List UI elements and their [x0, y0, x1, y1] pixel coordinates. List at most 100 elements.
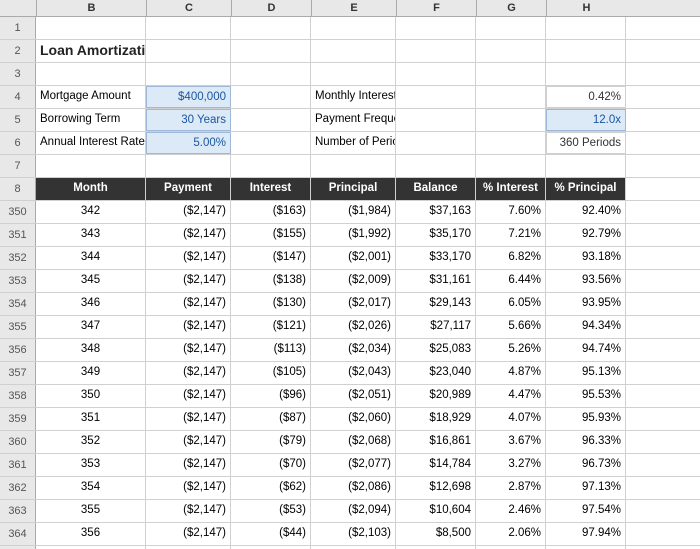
cell-pct-interest: 2.06% [476, 523, 546, 545]
cell-h3 [546, 63, 626, 85]
cell-principal: ($2,001) [311, 247, 396, 269]
data-rows: 350 342 ($2,147) ($163) ($1,984) $37,163… [0, 201, 700, 549]
cell-principal: ($2,051) [311, 385, 396, 407]
cell-interest: ($105) [231, 362, 311, 384]
cell-pct-interest: 2.87% [476, 477, 546, 499]
cell-f3 [396, 63, 476, 85]
cell-principal: ($2,103) [311, 523, 396, 545]
cell-pct-principal: 95.13% [546, 362, 626, 384]
cell-c6-value[interactable]: 5.00% [146, 132, 231, 154]
cell-f2 [396, 40, 476, 62]
cell-payment: ($2,147) [146, 500, 231, 522]
table-row: 353 345 ($2,147) ($138) ($2,009) $31,161… [0, 270, 700, 293]
cell-balance: $25,083 [396, 339, 476, 361]
cell-pct-principal: 93.18% [546, 247, 626, 269]
cell-b5-label: Borrowing Term [36, 109, 146, 131]
header-payment: Payment [146, 178, 231, 200]
cell-payment: ($2,147) [146, 408, 231, 430]
cell-principal: ($2,034) [311, 339, 396, 361]
rownum-8: 8 [0, 178, 36, 200]
table-row: 354 346 ($2,147) ($130) ($2,017) $29,143… [0, 293, 700, 316]
cell-b2-title: Loan Amortization Schedule [36, 40, 146, 62]
cell-c5-value[interactable]: 30 Years [146, 109, 231, 131]
cell-principal: ($1,992) [311, 224, 396, 246]
rownum-data: 357 [0, 362, 36, 384]
cell-g3 [476, 63, 546, 85]
row-6: 6 Annual Interest Rate 5.00% Number of P… [0, 132, 700, 155]
cell-month: 356 [36, 523, 146, 545]
header-principal: Principal [311, 178, 396, 200]
row-5: 5 Borrowing Term 30 Years Payment Freque… [0, 109, 700, 132]
cell-h1 [546, 17, 626, 39]
cell-payment: ($2,147) [146, 316, 231, 338]
cell-f6 [396, 132, 476, 154]
cell-d6 [231, 132, 311, 154]
cell-f1 [396, 17, 476, 39]
col-header-h: H [546, 0, 626, 16]
cell-month: 350 [36, 385, 146, 407]
cell-g2 [476, 40, 546, 62]
cell-balance: $20,989 [396, 385, 476, 407]
row-4: 4 Mortgage Amount $400,000 Monthly Inter… [0, 86, 700, 109]
rownum-data: 358 [0, 385, 36, 407]
cell-h6-value: 360 Periods [546, 132, 626, 154]
cell-g5 [476, 109, 546, 131]
col-header-b: B [36, 0, 146, 16]
header-interest: Interest [231, 178, 311, 200]
cell-principal: ($2,017) [311, 293, 396, 315]
cell-pct-principal: 94.74% [546, 339, 626, 361]
rownum-data: 360 [0, 431, 36, 453]
cell-c4-value[interactable]: $400,000 [146, 86, 231, 108]
cell-e2 [311, 40, 396, 62]
cell-payment: ($2,147) [146, 247, 231, 269]
cell-interest: ($130) [231, 293, 311, 315]
header-pct-interest: % Interest [476, 178, 546, 200]
rownum-data: 354 [0, 293, 36, 315]
corner-cell [0, 0, 36, 16]
cell-payment: ($2,147) [146, 362, 231, 384]
cell-e1 [311, 17, 396, 39]
cell-interest: ($147) [231, 247, 311, 269]
cell-pct-interest: 3.67% [476, 431, 546, 453]
table-row: 352 344 ($2,147) ($147) ($2,001) $33,170… [0, 247, 700, 270]
cell-interest: ($62) [231, 477, 311, 499]
rownum-6: 6 [0, 132, 36, 154]
cell-month: 343 [36, 224, 146, 246]
header-pct-principal: % Principal [546, 178, 626, 200]
row-2: 2 Loan Amortization Schedule [0, 40, 700, 63]
cell-b1 [36, 17, 146, 39]
rownum-data: 350 [0, 201, 36, 223]
cell-interest: ($44) [231, 523, 311, 545]
cell-month: 344 [36, 247, 146, 269]
cell-d3 [231, 63, 311, 85]
cell-pct-interest: 7.21% [476, 224, 546, 246]
cell-balance: $31,161 [396, 270, 476, 292]
cell-interest: ($155) [231, 224, 311, 246]
rownum-5: 5 [0, 109, 36, 131]
cell-month: 355 [36, 500, 146, 522]
cell-principal: ($2,068) [311, 431, 396, 453]
cell-pct-principal: 97.54% [546, 500, 626, 522]
cell-e5-label: Payment Frequency [311, 109, 396, 131]
cell-month: 348 [36, 339, 146, 361]
table-row: 355 347 ($2,147) ($121) ($2,026) $27,117… [0, 316, 700, 339]
rownum-7: 7 [0, 155, 36, 177]
cell-f5 [396, 109, 476, 131]
cell-pct-principal: 92.79% [546, 224, 626, 246]
cell-g7 [476, 155, 546, 177]
cell-interest: ($79) [231, 431, 311, 453]
cell-month: 352 [36, 431, 146, 453]
cell-d7 [231, 155, 311, 177]
row-7: 7 [0, 155, 700, 178]
cell-principal: ($2,077) [311, 454, 396, 476]
row-8-header: 8 Month Payment Interest Principal Balan… [0, 178, 700, 201]
table-row: 360 352 ($2,147) ($79) ($2,068) $16,861 … [0, 431, 700, 454]
cell-pct-principal: 94.34% [546, 316, 626, 338]
cell-interest: ($87) [231, 408, 311, 430]
column-header-row: B C D E F G H [0, 0, 700, 17]
cell-balance: $35,170 [396, 224, 476, 246]
cell-principal: ($2,043) [311, 362, 396, 384]
cell-month: 353 [36, 454, 146, 476]
table-row: 351 343 ($2,147) ($155) ($1,992) $35,170… [0, 224, 700, 247]
cell-interest: ($138) [231, 270, 311, 292]
